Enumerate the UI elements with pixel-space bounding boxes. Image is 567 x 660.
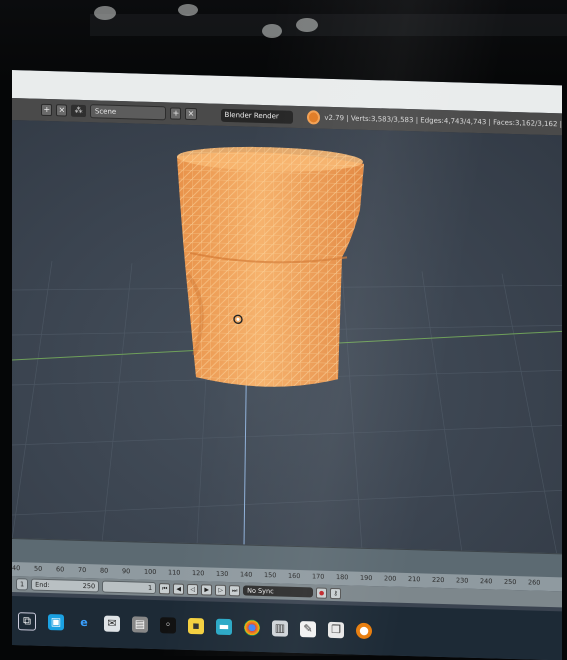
start-frame-field[interactable]: 1 (16, 578, 29, 591)
ceiling-light (178, 4, 198, 16)
explorer-icon[interactable]: ▤ (132, 615, 148, 633)
ceiling-grill (90, 14, 567, 36)
ceiling-light (296, 18, 318, 32)
ceiling-light (262, 24, 282, 38)
add-scene-icon[interactable]: + (170, 107, 182, 120)
edge-icon[interactable]: e (76, 614, 92, 630)
room-background (0, 0, 567, 80)
notes-icon[interactable]: ✎ (300, 620, 316, 637)
ruler-tick: 230 (456, 576, 469, 585)
mail-icon[interactable]: ✉ (104, 615, 120, 632)
blender-icon[interactable]: ● (356, 622, 372, 639)
ruler-tick: 100 (144, 567, 157, 577)
ceiling-light (94, 6, 116, 20)
ruler-tick: 160 (288, 571, 301, 581)
ruler-tick: 140 (240, 570, 253, 579)
ruler-tick: 240 (480, 577, 493, 586)
record-icon[interactable]: ● (316, 586, 328, 599)
scene-selector[interactable]: Scene (89, 104, 167, 121)
media-icon[interactable]: ◦ (160, 616, 176, 634)
ruler-tick: 190 (360, 573, 373, 583)
viewport-canvas (12, 145, 562, 556)
keying-set-icon[interactable]: ⚷ (330, 587, 342, 599)
ruler-tick: 260 (528, 578, 541, 587)
play-icon[interactable]: ▶ (201, 583, 213, 596)
scene-icon[interactable]: ⁂ (71, 104, 86, 118)
close-icon[interactable]: × (56, 104, 68, 117)
files-icon[interactable]: ❐ (328, 621, 344, 638)
app-icon[interactable]: ▬ (216, 618, 232, 635)
ruler-tick: 70 (78, 565, 87, 575)
blender-logo-icon (307, 110, 321, 125)
ruler-tick: 110 (168, 568, 181, 577)
ruler-tick: 40 (12, 564, 21, 573)
ruler-tick: 210 (408, 575, 421, 584)
render-engine-select[interactable]: Blender Render (220, 108, 294, 124)
windows-taskbar: ⧉ ▣ e ✉ ▤ ◦ ▪ ▬ ▥ ✎ ❐ ● (12, 596, 562, 660)
3d-viewport[interactable] (12, 120, 562, 556)
ruler-tick: 90 (122, 567, 131, 576)
jump-end-icon[interactable]: ⏭ (229, 584, 241, 596)
end-frame-field[interactable]: End: 250 (31, 578, 100, 593)
prev-keyframe-icon[interactable]: ◀ (173, 583, 185, 595)
ruler-tick: 120 (192, 569, 205, 578)
ruler-tick: 170 (312, 572, 325, 581)
next-keyframe-icon[interactable]: ▷ (215, 584, 227, 596)
ruler-tick: 130 (216, 569, 229, 579)
task-view-icon[interactable]: ⧉ (18, 611, 36, 631)
selected-mesh[interactable] (177, 145, 364, 390)
ruler-tick: 60 (56, 565, 65, 574)
end-frame-label: End: (35, 580, 50, 590)
monitor-screen: + × ⁂ Scene + × Blender Render v2.79 | V… (12, 70, 562, 660)
chrome-icon[interactable] (244, 618, 260, 636)
end-frame-value: 250 (82, 581, 96, 591)
camera-icon[interactable]: ▥ (272, 619, 288, 637)
play-reverse-icon[interactable]: ◁ (187, 583, 199, 595)
delete-scene-icon[interactable]: × (185, 107, 197, 121)
ruler-tick: 150 (264, 571, 277, 580)
store-icon[interactable]: ▣ (48, 613, 64, 630)
sticky-notes-icon[interactable]: ▪ (188, 617, 204, 634)
ruler-tick: 200 (384, 574, 397, 583)
current-frame-field[interactable]: 1 (102, 580, 157, 595)
ruler-tick: 50 (34, 564, 43, 573)
scene-statistics: v2.79 | Verts:3,583/3,583 | Edges:4,743/… (324, 113, 562, 129)
ruler-tick: 250 (504, 577, 517, 587)
ruler-tick: 220 (432, 575, 445, 585)
jump-start-icon[interactable]: ⏮ (159, 582, 171, 594)
ruler-tick: 80 (100, 566, 109, 575)
add-icon[interactable]: + (41, 103, 53, 117)
ruler-tick: 180 (336, 573, 349, 582)
sync-mode-select[interactable]: No Sync (243, 585, 314, 598)
